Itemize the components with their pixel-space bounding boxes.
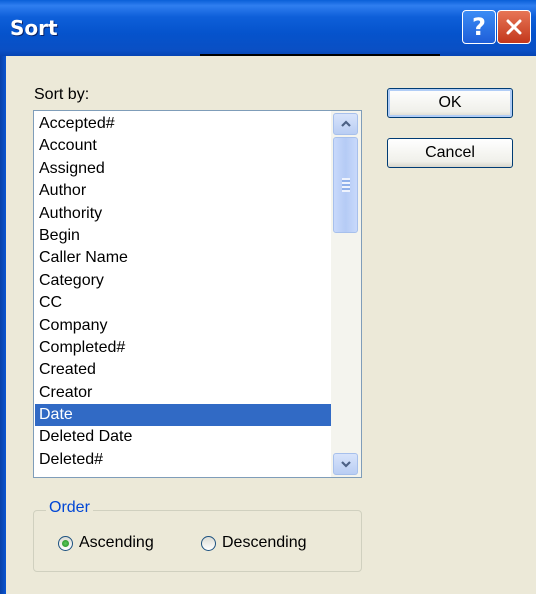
order-group-label: Order — [46, 499, 93, 517]
list-item[interactable]: Account — [35, 135, 332, 157]
list-item[interactable]: Category — [35, 270, 332, 292]
grip-icon — [342, 178, 350, 192]
radio-unchecked-icon — [201, 535, 216, 551]
sort-field-list: Accepted# Account Assigned Author Authority B… — [35, 113, 332, 471]
list-item[interactable]: Begin — [35, 225, 332, 247]
sort-by-label: Sort by: — [34, 86, 90, 103]
close-button[interactable] — [497, 10, 531, 44]
list-item[interactable]: Assigned — [35, 158, 332, 180]
help-button[interactable]: ? — [462, 10, 496, 44]
listbox-scrollbar[interactable] — [331, 111, 361, 477]
scroll-down-button[interactable] — [333, 453, 358, 475]
ascending-label: Ascending — [79, 534, 154, 551]
descending-label: Descending — [222, 534, 307, 551]
sort-field-listbox[interactable]: Accepted# Account Assigned Author Authority B… — [33, 110, 362, 478]
scroll-thumb[interactable] — [333, 137, 358, 233]
ascending-radio[interactable]: Ascending — [58, 534, 154, 552]
list-item[interactable]: Company — [35, 315, 332, 337]
list-item[interactable]: Authority — [35, 203, 332, 225]
list-item[interactable]: Author — [35, 180, 332, 202]
chevron-down-icon — [340, 461, 351, 468]
list-item[interactable]: CC — [35, 292, 332, 314]
list-item[interactable]: Date — [35, 404, 332, 427]
dialog-title: Sort — [10, 16, 58, 40]
sort-dialog: Sort ? Sort by: Accepted# Account Assigned… — [0, 0, 536, 594]
ok-button[interactable]: OK — [387, 88, 513, 118]
scroll-up-button[interactable] — [333, 113, 358, 135]
question-icon: ? — [472, 13, 486, 41]
cancel-button[interactable]: Cancel — [387, 138, 513, 168]
list-item[interactable]: Deleted# — [35, 449, 332, 471]
close-icon — [506, 19, 522, 35]
list-item[interactable]: Created — [35, 359, 332, 381]
list-item[interactable]: Completed# — [35, 337, 332, 359]
radio-checked-icon — [58, 535, 73, 551]
list-item[interactable]: Accepted# — [35, 113, 332, 135]
title-bar[interactable]: Sort ? — [0, 0, 536, 56]
descending-radio[interactable]: Descending — [201, 534, 307, 552]
chevron-up-icon — [340, 120, 351, 127]
list-item[interactable]: Deleted Date — [35, 426, 332, 448]
list-item[interactable]: Caller Name — [35, 247, 332, 269]
list-item[interactable]: Creator — [35, 382, 332, 404]
